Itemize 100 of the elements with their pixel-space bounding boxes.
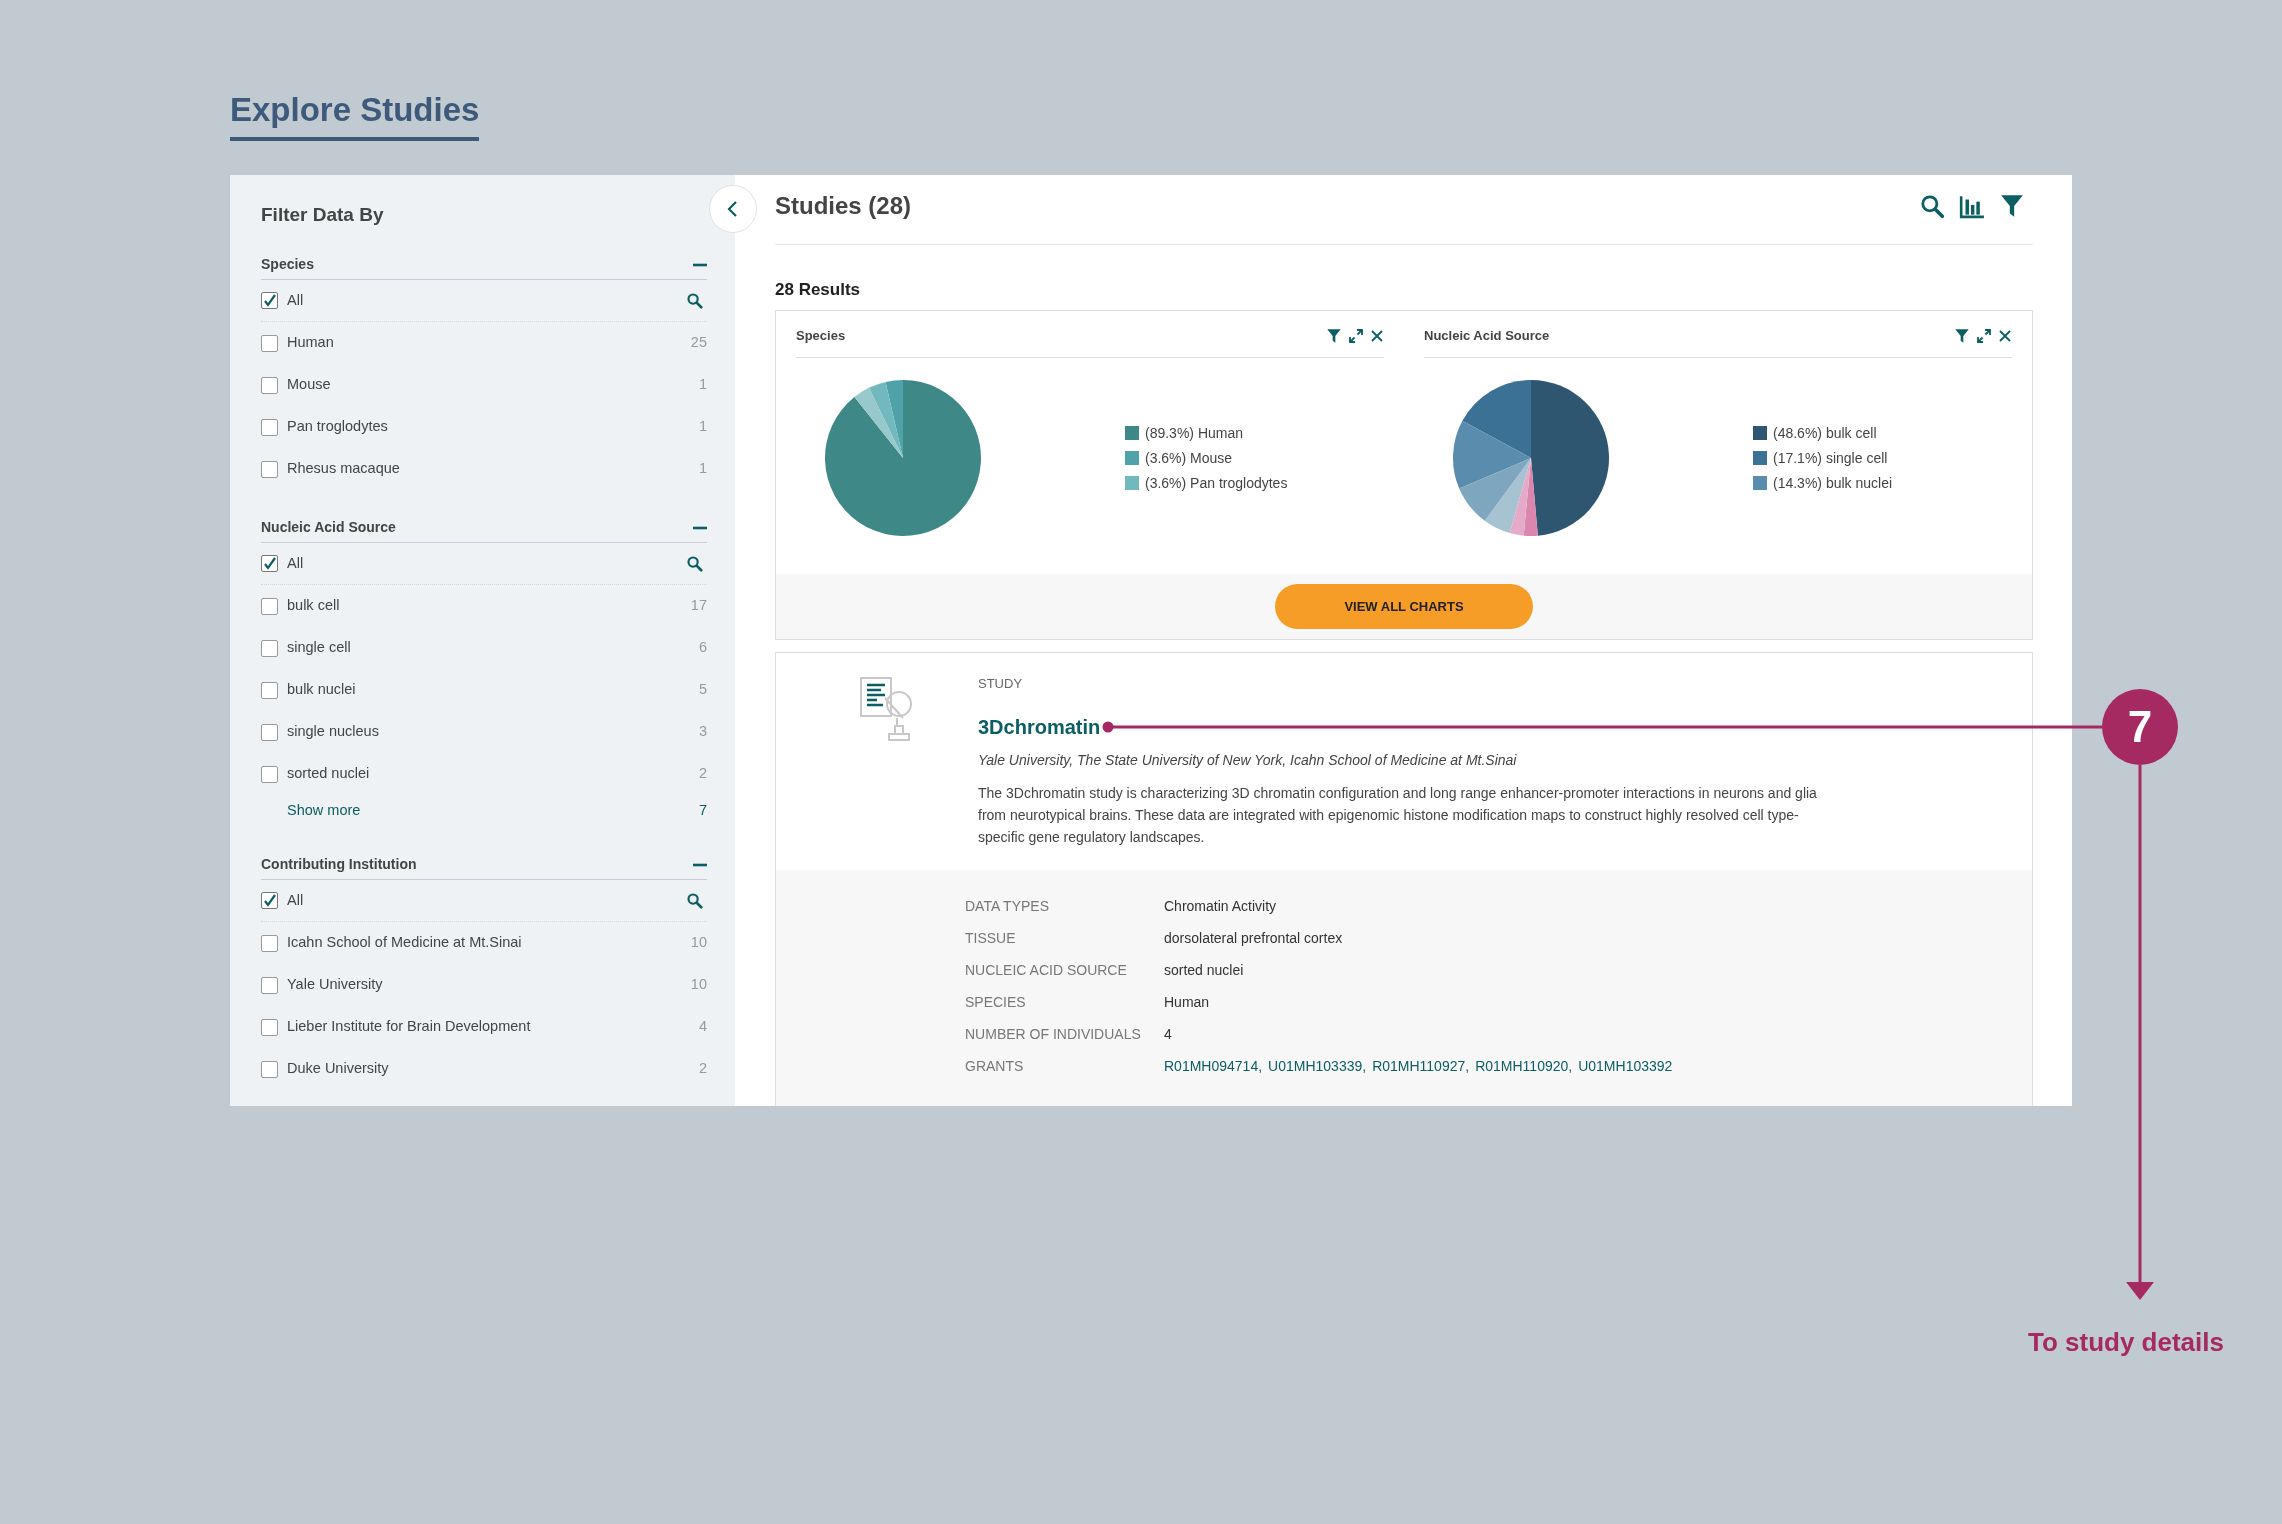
chart-title: Nucleic Acid Source bbox=[1424, 327, 1550, 346]
filter-option-label[interactable]: Yale University bbox=[287, 974, 383, 996]
chart-title: Species bbox=[796, 327, 846, 346]
checkbox[interactable] bbox=[261, 892, 278, 909]
legend-label: (3.6%) Pan troglodytes bbox=[1145, 473, 1288, 493]
collapse-icon[interactable] bbox=[693, 262, 707, 267]
option-count: 6 bbox=[698, 638, 707, 658]
search-icon[interactable] bbox=[686, 892, 703, 909]
checkbox[interactable] bbox=[261, 292, 278, 309]
legend-label: (48.6%) bulk cell bbox=[1773, 423, 1877, 443]
view-all-charts-button[interactable]: VIEW ALL CHARTS bbox=[1275, 584, 1533, 629]
filter-heading: Species bbox=[261, 255, 314, 274]
checkbox[interactable] bbox=[261, 976, 278, 994]
grant-link[interactable]: R01MH110927, bbox=[1372, 1057, 1470, 1074]
filter-option-label[interactable]: Mouse bbox=[287, 374, 331, 396]
close-icon[interactable] bbox=[1998, 329, 2012, 343]
detail-label: NUMBER OF INDIVIDUALS bbox=[965, 1024, 1142, 1044]
option-count: 17 bbox=[690, 596, 707, 616]
checkbox[interactable] bbox=[261, 934, 278, 952]
show-more-link[interactable]: Show more bbox=[287, 800, 361, 822]
filter-option-label[interactable]: Rhesus macaque bbox=[287, 458, 400, 480]
checkbox[interactable] bbox=[261, 1060, 278, 1078]
detail-label: GRANTS bbox=[965, 1056, 1025, 1076]
search-icon[interactable] bbox=[1919, 193, 1945, 219]
legend-label: (14.3%) bulk nuclei bbox=[1773, 473, 1893, 493]
detail-value: sorted nuclei bbox=[1164, 960, 1244, 980]
option-count: 1 bbox=[698, 459, 707, 479]
checkbox[interactable] bbox=[261, 1018, 278, 1036]
study-title-link[interactable]: 3Dchromatin bbox=[978, 713, 1101, 741]
study-label: STUDY bbox=[978, 675, 1024, 693]
filter-option-label[interactable]: Duke University bbox=[287, 1058, 389, 1080]
checkbox[interactable] bbox=[261, 597, 278, 615]
filter-option-label[interactable]: sorted nuclei bbox=[287, 763, 370, 785]
option-count: 10 bbox=[690, 975, 707, 995]
chevron-left-icon bbox=[726, 200, 740, 218]
grant-link[interactable]: U01MH103339, bbox=[1268, 1057, 1367, 1074]
legend-label: (17.1%) single cell bbox=[1773, 448, 1888, 468]
close-icon[interactable] bbox=[1370, 329, 1384, 343]
show-more-count: 7 bbox=[698, 801, 707, 821]
checkbox[interactable] bbox=[261, 639, 278, 657]
detail-value: Human bbox=[1164, 992, 1210, 1012]
detail-label: SPECIES bbox=[965, 992, 1027, 1012]
filter-heading: Contributing Institution bbox=[261, 855, 417, 874]
annotation-caption: To study details bbox=[2028, 1326, 2224, 1359]
collapse-icon[interactable] bbox=[693, 525, 707, 530]
checkbox[interactable] bbox=[261, 681, 278, 699]
checkbox[interactable] bbox=[261, 555, 278, 572]
studies-title: Studies (28) bbox=[775, 191, 912, 221]
detail-value: 4 bbox=[1164, 1024, 1172, 1044]
option-count: 1 bbox=[698, 375, 707, 395]
search-icon[interactable] bbox=[686, 292, 703, 309]
results-count: 28 Results bbox=[775, 279, 862, 301]
filter-option-label[interactable]: Icahn School of Medicine at Mt.Sinai bbox=[287, 932, 522, 954]
sidebar-title: Filter Data By bbox=[261, 203, 385, 227]
filter-option-label[interactable]: All bbox=[287, 552, 304, 575]
filter-option-label[interactable]: bulk nuclei bbox=[287, 679, 356, 701]
filter-icon[interactable] bbox=[1999, 193, 2025, 219]
option-count: 25 bbox=[690, 333, 707, 353]
expand-icon[interactable] bbox=[1348, 328, 1364, 344]
checkbox[interactable] bbox=[261, 460, 278, 478]
checkbox[interactable] bbox=[261, 418, 278, 436]
checkbox[interactable] bbox=[261, 334, 278, 352]
detail-label: NUCLEIC ACID SOURCE bbox=[965, 960, 1128, 980]
option-count: 2 bbox=[698, 1059, 707, 1079]
detail-value: Chromatin Activity bbox=[1164, 896, 1277, 916]
option-count: 1 bbox=[698, 417, 707, 437]
page-title: Explore Studies bbox=[230, 90, 480, 141]
filter-heading: Nucleic Acid Source bbox=[261, 518, 396, 537]
filter-option-label[interactable]: bulk cell bbox=[287, 595, 340, 617]
option-count: 2 bbox=[698, 764, 707, 784]
filter-option-label[interactable]: Lieber Institute for Brain Development bbox=[287, 1016, 531, 1038]
detail-label: TISSUE bbox=[965, 928, 1017, 948]
checkbox[interactable] bbox=[261, 723, 278, 741]
filter-option-label[interactable]: All bbox=[287, 289, 304, 312]
grant-link[interactable]: R01MH094714, bbox=[1164, 1057, 1263, 1074]
filter-option-label[interactable]: Pan troglodytes bbox=[287, 416, 388, 438]
checkbox[interactable] bbox=[261, 765, 278, 783]
expand-icon[interactable] bbox=[1976, 328, 1992, 344]
search-icon[interactable] bbox=[686, 555, 703, 572]
filter-icon[interactable] bbox=[1954, 328, 1970, 344]
filter-option-label[interactable]: Human bbox=[287, 332, 334, 354]
study-institutions: Yale University, The State University of New York, Icahn School of Medicine at Mt.Sinai bbox=[978, 751, 1518, 770]
legend-label: (89.3%) Human bbox=[1145, 423, 1244, 443]
filter-option-label[interactable]: single cell bbox=[287, 637, 351, 659]
step-badge: 7 bbox=[2102, 689, 2178, 765]
grant-link[interactable]: U01MH103392 bbox=[1578, 1057, 1673, 1074]
option-count: 4 bbox=[698, 1017, 707, 1037]
study-description: The 3Dchromatin study is characterizing 3D chromatin configuration and long range enhancer-promoter interactions in neurons and glia from neurotypical brains. These data are integrated with epigenomic histone modification maps to construct highly resolved cell type-specific gene regulatory landscapes. bbox=[978, 784, 1818, 847]
filter-option-label[interactable]: All bbox=[287, 889, 304, 912]
grant-link[interactable]: R01MH110920, bbox=[1475, 1057, 1573, 1074]
option-count: 10 bbox=[690, 933, 707, 953]
collapse-icon[interactable] bbox=[693, 862, 707, 867]
legend-label: (3.6%) Mouse bbox=[1145, 448, 1233, 468]
filter-icon[interactable] bbox=[1326, 328, 1342, 344]
bar-chart-icon[interactable] bbox=[1959, 193, 1985, 219]
detail-value: dorsolateral prefrontal cortex bbox=[1164, 928, 1343, 948]
option-count: 3 bbox=[698, 722, 707, 742]
filter-option-label[interactable]: single nucleus bbox=[287, 721, 379, 743]
option-count: 5 bbox=[698, 680, 707, 700]
checkbox[interactable] bbox=[261, 376, 278, 394]
